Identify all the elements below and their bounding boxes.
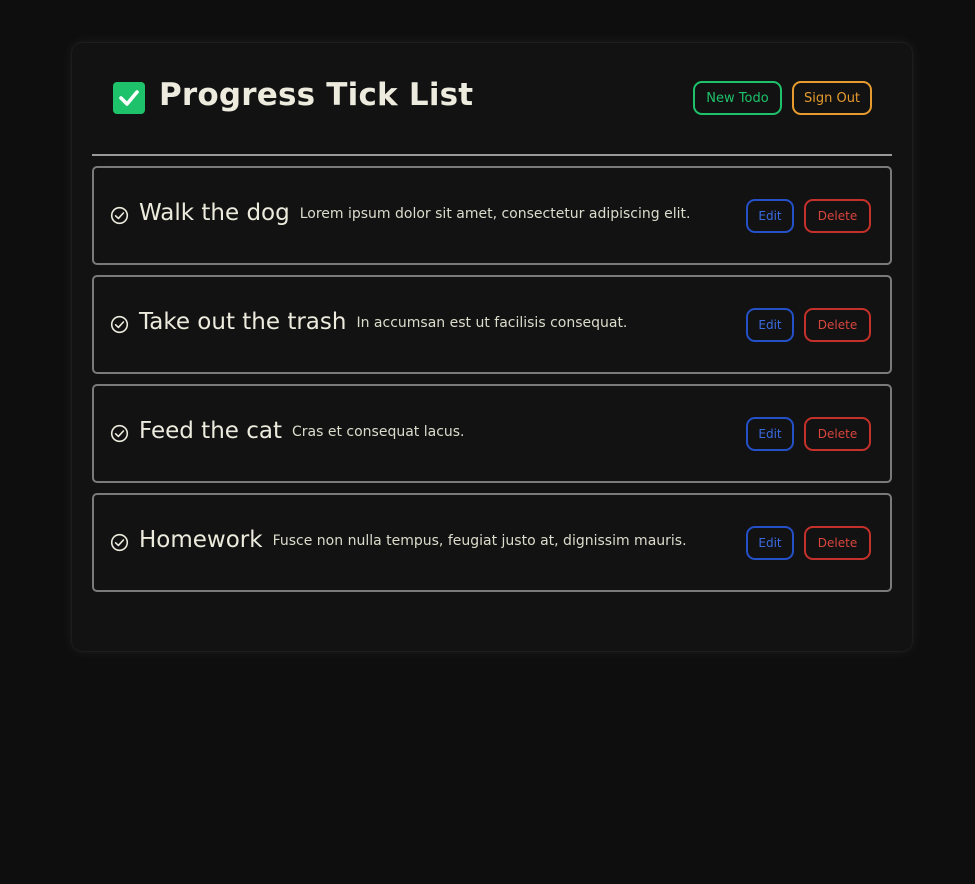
edit-button[interactable]: Edit [746, 308, 794, 342]
todo-item: Feed the cat Cras et consequat lacus. Edi… [92, 384, 892, 483]
todo-item: Take out the trash In accumsan est ut fac… [92, 275, 892, 374]
todo-description: Cras et consequat lacus. [292, 424, 465, 440]
todo-title-wrap: Walk the dog Lorem ipsum dolor sit amet, … [139, 200, 690, 226]
todo-title: Walk the dog [139, 200, 290, 226]
header: Progress Tick List New Todo Sign Out [72, 43, 912, 155]
delete-button[interactable]: Delete [804, 417, 871, 451]
check-circle-icon[interactable] [110, 533, 129, 552]
page-title: Progress Tick List [159, 77, 474, 113]
check-circle-icon[interactable] [110, 206, 129, 225]
divider [92, 154, 892, 156]
sign-out-button[interactable]: Sign Out [792, 81, 872, 115]
new-todo-button[interactable]: New Todo [693, 81, 782, 115]
todo-item: Walk the dog Lorem ipsum dolor sit amet, … [92, 166, 892, 265]
todo-description: In accumsan est ut facilisis consequat. [356, 315, 628, 331]
todo-title: Take out the trash [139, 309, 347, 335]
edit-button[interactable]: Edit [746, 417, 794, 451]
todo-title: Homework [139, 527, 263, 553]
todo-description: Fusce non nulla tempus, feugiat justo at… [272, 533, 687, 549]
todo-title-wrap: Homework Fusce non nulla tempus, feugiat … [139, 527, 687, 553]
check-circle-icon[interactable] [110, 424, 129, 443]
todo-card: Progress Tick List New Todo Sign Out Wal… [72, 43, 912, 651]
delete-button[interactable]: Delete [804, 526, 871, 560]
delete-button[interactable]: Delete [804, 199, 871, 233]
delete-button[interactable]: Delete [804, 308, 871, 342]
check-circle-icon[interactable] [110, 315, 129, 334]
todo-list: Walk the dog Lorem ipsum dolor sit amet, … [92, 166, 892, 602]
todo-item: Homework Fusce non nulla tempus, feugiat … [92, 493, 892, 592]
todo-title-wrap: Take out the trash In accumsan est ut fac… [139, 309, 627, 335]
todo-title-wrap: Feed the cat Cras et consequat lacus. [139, 418, 465, 444]
edit-button[interactable]: Edit [746, 526, 794, 560]
todo-title: Feed the cat [139, 418, 282, 444]
checkbox-checked-icon [113, 82, 145, 114]
todo-description: Lorem ipsum dolor sit amet, consectetur … [299, 206, 691, 222]
edit-button[interactable]: Edit [746, 199, 794, 233]
